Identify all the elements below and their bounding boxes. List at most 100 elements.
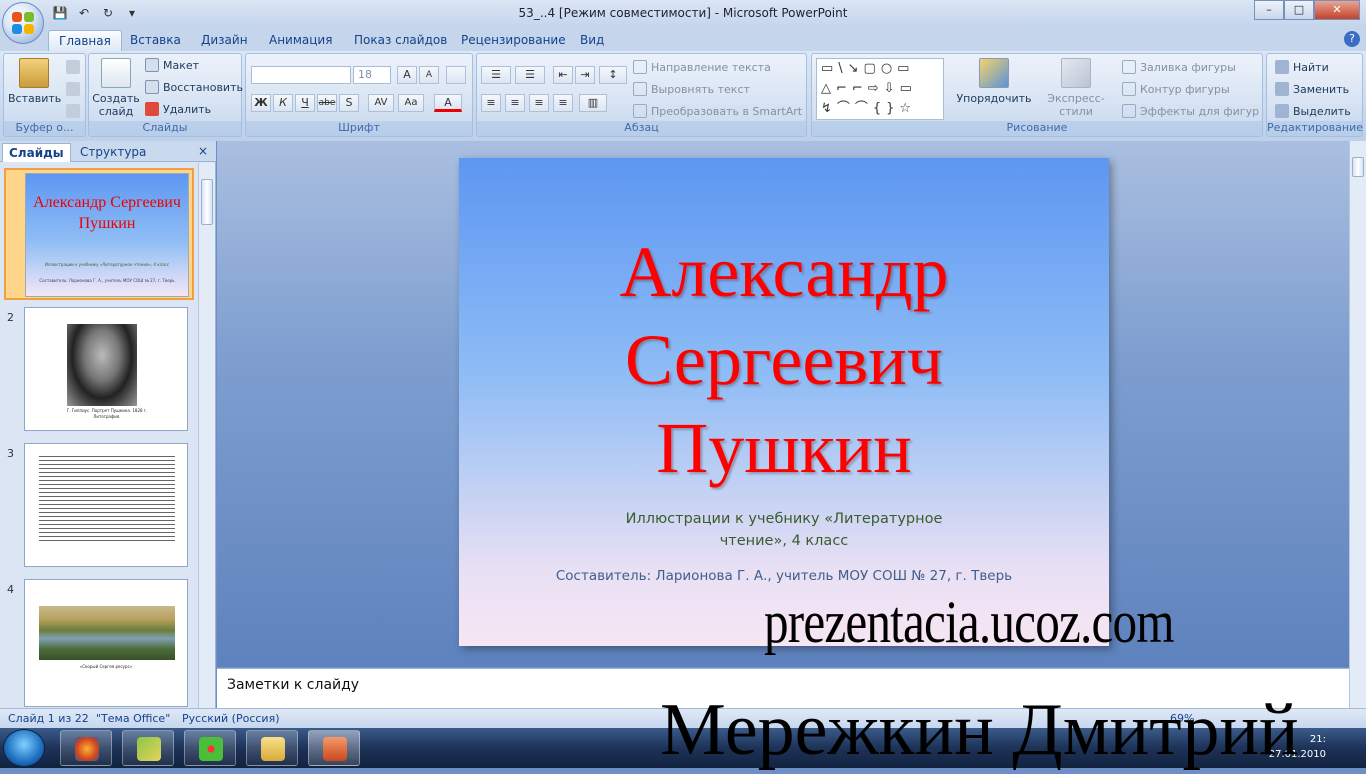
tab-outline[interactable]: Структура xyxy=(74,143,152,162)
thumb-1-author: Составитель: Ларионова Г. А., учитель МО… xyxy=(39,278,175,283)
title-bar: 💾 ↶ ↻ ▾ 53_..4 [Режим совместимости] - M… xyxy=(0,0,1366,27)
text-direction-button[interactable]: Направление текста xyxy=(633,60,771,74)
maximize-button[interactable]: □ xyxy=(1284,0,1314,20)
main-scrollbar-thumb[interactable] xyxy=(1352,157,1364,177)
thumb-2-caption: Г. Гиппиус. Портрет Пушкина. 1828 г. Лит… xyxy=(66,408,148,419)
close-button[interactable]: ✕ xyxy=(1314,0,1360,20)
group-editing: Найти Заменить Выделить Редактирование xyxy=(1266,53,1363,137)
bold-button[interactable]: Ж xyxy=(251,94,271,112)
quick-styles-button[interactable]: Экспресс-стили xyxy=(1034,58,1118,118)
slide-thumbnail-3[interactable] xyxy=(24,443,188,567)
scrollbar-thumb[interactable] xyxy=(201,179,213,225)
close-pane-icon[interactable]: × xyxy=(198,144,208,158)
tab-home[interactable]: Главная xyxy=(48,30,122,51)
reset-label: Восстановить xyxy=(163,80,243,94)
thumb-1-subtitle: Иллюстрации к учебнику «Литературное чте… xyxy=(44,262,170,267)
grow-font-button[interactable]: A xyxy=(397,66,417,84)
office-button[interactable] xyxy=(2,2,44,44)
main-scrollbar[interactable] xyxy=(1349,141,1366,708)
tab-design[interactable]: Дизайн xyxy=(191,30,258,51)
taskbar-powerpoint[interactable] xyxy=(308,730,360,766)
current-slide[interactable]: Александр Сергеевич Пушкин Иллюстрации к… xyxy=(459,158,1109,646)
replace-label: Заменить xyxy=(1293,82,1350,96)
firefox-icon xyxy=(75,737,99,761)
smartart-button[interactable]: Преобразовать в SmartArt xyxy=(633,104,802,118)
delete-slide-button[interactable]: Удалить xyxy=(145,102,211,116)
italic-button[interactable]: К xyxy=(273,94,293,112)
find-button[interactable]: Найти xyxy=(1275,60,1329,74)
arrange-icon xyxy=(979,58,1009,88)
layout-button[interactable]: Макет xyxy=(145,58,199,72)
decrease-indent-button[interactable]: ⇤ xyxy=(553,66,573,84)
columns-button[interactable]: ▥ xyxy=(579,94,607,112)
taskbar-icq[interactable] xyxy=(184,730,236,766)
arrange-button[interactable]: Упорядочить xyxy=(956,58,1032,105)
taskbar-explorer[interactable] xyxy=(246,730,298,766)
copy-icon[interactable] xyxy=(66,82,80,96)
ribbon-tabs: Главная Вставка Дизайн Анимация Показ сл… xyxy=(0,27,1366,51)
new-slide-button[interactable]: Создать слайд xyxy=(91,58,141,118)
notes-placeholder: Заметки к слайду xyxy=(227,677,360,693)
bullets-button[interactable]: ☰ xyxy=(481,66,511,84)
group-label-editing: Редактирование xyxy=(1267,121,1363,136)
slide-subtitle[interactable]: Иллюстрации к учебнику «Литературное чте… xyxy=(459,508,1109,552)
find-label: Найти xyxy=(1293,60,1329,74)
change-case-button[interactable]: Aa xyxy=(398,94,424,112)
tab-insert[interactable]: Вставка xyxy=(120,30,191,51)
justify-button[interactable]: ≡ xyxy=(553,94,573,112)
select-button[interactable]: Выделить xyxy=(1275,104,1351,118)
tab-slideshow[interactable]: Показ слайдов xyxy=(344,30,457,51)
align-left-button[interactable]: ≡ xyxy=(481,94,501,112)
slides-pane-scrollbar[interactable] xyxy=(198,163,215,708)
slide-author[interactable]: Составитель: Ларионова Г. А., учитель МО… xyxy=(459,568,1109,584)
shape-effects-icon xyxy=(1122,104,1136,118)
minimize-button[interactable]: – xyxy=(1254,0,1284,20)
icq-flower-icon xyxy=(199,737,223,761)
tab-slides[interactable]: Слайды xyxy=(2,143,71,162)
delete-icon xyxy=(145,102,159,116)
taskbar-firefox[interactable] xyxy=(60,730,112,766)
slide-thumbnail-4[interactable]: «Скорый Сергея ресурс» xyxy=(24,579,188,707)
shape-effects-button[interactable]: Эффекты для фигур xyxy=(1122,104,1259,118)
start-button[interactable] xyxy=(3,729,45,767)
shape-outline-button[interactable]: Контур фигуры xyxy=(1122,82,1230,96)
taskbar-pen-app[interactable] xyxy=(122,730,174,766)
slide-thumbnail-1[interactable]: Александр Сергеевич Пушкин Иллюстрации к… xyxy=(4,168,194,300)
tab-review[interactable]: Рецензирование xyxy=(451,30,576,51)
slide-thumbnail-2[interactable]: Г. Гиппиус. Портрет Пушкина. 1828 г. Лит… xyxy=(24,307,188,431)
shape-fill-icon xyxy=(1122,60,1136,74)
char-spacing-button[interactable]: AV xyxy=(368,94,394,112)
thumb-number: 4 xyxy=(7,583,14,596)
help-icon[interactable]: ? xyxy=(1344,31,1360,47)
strikethrough-button[interactable]: abe xyxy=(317,94,337,112)
clear-format-button[interactable] xyxy=(446,66,466,84)
cut-icon[interactable] xyxy=(66,60,80,74)
shapes-gallery[interactable]: ▭\↘▢○▭ △⌐⌐⇨⇩▭ ↯⌒⌒{}☆ xyxy=(816,58,944,120)
paste-button[interactable]: Вставить xyxy=(8,58,62,105)
reset-button[interactable]: Восстановить xyxy=(145,80,243,94)
shrink-font-button[interactable]: A xyxy=(419,66,439,84)
replace-button[interactable]: Заменить xyxy=(1275,82,1349,96)
numbering-button[interactable]: ☰ xyxy=(515,66,545,84)
watermark-author: Мережкин Дмитрий xyxy=(660,689,1299,771)
tab-animation[interactable]: Анимация xyxy=(259,30,342,51)
increase-indent-button[interactable]: ⇥ xyxy=(575,66,595,84)
arrange-label: Упорядочить xyxy=(956,92,1032,105)
line-spacing-button[interactable]: ↕ xyxy=(599,66,627,84)
status-language: Русский (Россия) xyxy=(182,712,280,725)
font-size-combo[interactable]: 18 xyxy=(353,66,391,84)
underline-button[interactable]: Ч xyxy=(295,94,315,112)
font-name-combo[interactable] xyxy=(251,66,351,84)
format-painter-icon[interactable] xyxy=(66,104,80,118)
tab-view[interactable]: Вид xyxy=(570,30,614,51)
shadow-button[interactable]: S xyxy=(339,94,359,112)
group-drawing: ▭\↘▢○▭ △⌐⌐⇨⇩▭ ↯⌒⌒{}☆ Упорядочить Экспрес… xyxy=(811,53,1263,137)
shape-fill-button[interactable]: Заливка фигуры xyxy=(1122,60,1236,74)
align-center-button[interactable]: ≡ xyxy=(505,94,525,112)
align-right-button[interactable]: ≡ xyxy=(529,94,549,112)
slide-title[interactable]: Александр Сергеевич Пушкин xyxy=(459,228,1109,492)
thumb-1-title: Александр Сергеевич Пушкин xyxy=(33,194,181,232)
font-color-button[interactable]: A xyxy=(434,94,462,112)
align-text-button[interactable]: Выровнять текст xyxy=(633,82,750,96)
paste-label: Вставить xyxy=(8,92,62,105)
